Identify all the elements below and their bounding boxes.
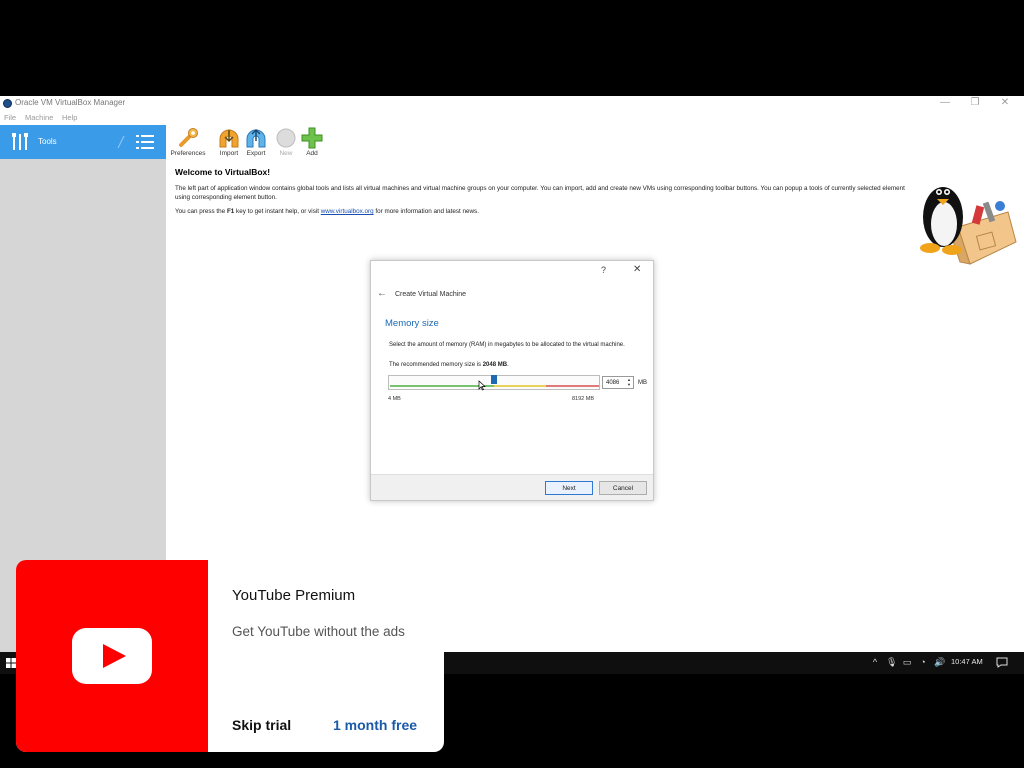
skip-trial-button[interactable]: Skip trial — [232, 717, 291, 733]
promo-title: YouTube Premium — [232, 587, 356, 604]
recommended-value: 2048 MB — [482, 362, 508, 368]
youtube-premium-promo: YouTube Premium Get YouTube without the … — [16, 560, 444, 752]
help-text-mid: key to get instant help, or visit — [234, 208, 321, 215]
welcome-help-text: You can press the F1 key to get instant … — [175, 207, 915, 216]
tray-chevron-up-icon[interactable]: ^ — [870, 657, 880, 669]
add-button[interactable]: Add — [292, 125, 332, 159]
dialog-footer: Next Cancel — [371, 474, 653, 500]
youtube-logo-icon — [72, 628, 152, 684]
dialog-help-button[interactable]: ? — [601, 265, 606, 275]
memory-size-input[interactable]: 4086 ▲ ▼ — [602, 376, 634, 389]
wifi-icon[interactable]: ◔ — [918, 657, 928, 669]
dialog-title: Create Virtual Machine — [395, 291, 467, 298]
add-icon — [301, 127, 323, 149]
cancel-button[interactable]: Cancel — [599, 481, 647, 495]
volume-icon[interactable]: 🔊 — [934, 657, 945, 669]
preferences-icon — [179, 128, 198, 147]
windows-start-icon[interactable] — [6, 658, 16, 668]
tux-toolbox-icon — [920, 187, 1017, 265]
window-title: Oracle VM VirtualBox Manager — [15, 98, 126, 107]
battery-icon[interactable]: ▭ — [902, 657, 912, 669]
slider-max-label: 8192 MB — [572, 396, 595, 402]
memory-slider[interactable] — [388, 375, 600, 390]
back-arrow-icon[interactable]: ← — [377, 288, 387, 299]
slider-thumb[interactable] — [491, 375, 497, 384]
free-trial-button[interactable]: 1 month free — [333, 717, 417, 733]
promo-subtitle: Get YouTube without the ads — [232, 624, 405, 639]
microphone-icon[interactable]: 🎙 — [886, 657, 897, 669]
export-icon — [246, 128, 266, 148]
notification-icon[interactable] — [996, 657, 1008, 668]
menu-machine[interactable]: Machine — [25, 113, 53, 122]
memory-size-heading: Memory size — [385, 318, 439, 329]
menu-bar: File Machine Help — [0, 112, 1024, 124]
memory-description: Select the amount of memory (RAM) in meg… — [389, 342, 625, 348]
screen: Oracle VM VirtualBox Manager — ❐ ✕ File … — [0, 0, 1024, 768]
tools-icon — [12, 133, 28, 150]
welcome-heading: Welcome to VirtualBox! — [175, 167, 271, 177]
menu-help[interactable]: Help — [62, 113, 77, 122]
mouse-cursor-icon — [478, 380, 486, 391]
dialog-close-button[interactable]: ✕ — [633, 264, 641, 275]
element-menu-icon[interactable] — [136, 134, 154, 150]
add-label: Add — [306, 150, 318, 157]
recommended-prefix: The recommended memory size is — [389, 362, 483, 368]
sidebar-item-tools[interactable]: Tools — [0, 125, 166, 159]
virtualbox-link[interactable]: www.virtualbox.org — [321, 208, 374, 215]
recommended-memory-text: The recommended memory size is 2048 MB. — [389, 362, 509, 368]
virtualbox-app-icon — [3, 99, 12, 108]
preferences-label: Preferences — [170, 150, 206, 157]
slider-warning-zone — [494, 385, 546, 387]
pin-icon[interactable] — [116, 135, 126, 149]
create-vm-dialog: ? ✕ ← Create Virtual Machine Memory size… — [370, 260, 654, 501]
spin-arrows-icon[interactable]: ▲ ▼ — [626, 377, 632, 387]
memory-unit-label: MB — [638, 380, 647, 386]
preferences-button[interactable]: Preferences — [168, 125, 208, 159]
tools-label: Tools — [38, 137, 57, 146]
help-text-start: You can press the — [175, 208, 227, 215]
recommended-suffix: . — [507, 362, 509, 368]
next-button[interactable]: Next — [545, 481, 593, 495]
slider-danger-zone — [546, 385, 599, 387]
minimize-button[interactable]: — — [938, 97, 952, 108]
toolbar: Preferences Import Export New Add — [166, 125, 366, 159]
menu-file[interactable]: File — [4, 113, 16, 122]
slider-min-label: 4 MB — [388, 396, 401, 402]
taskbar-clock[interactable]: 10:47 AM — [951, 657, 983, 666]
help-text-end: for more information and latest news. — [373, 208, 479, 215]
welcome-description: The left part of application window cont… — [175, 185, 905, 201]
restore-button[interactable]: ❐ — [968, 97, 982, 108]
promo-brand-panel — [16, 560, 208, 752]
memory-size-value: 4086 — [606, 380, 620, 386]
welcome-panel: Welcome to VirtualBox! The left part of … — [175, 167, 915, 221]
title-bar: Oracle VM VirtualBox Manager — ❐ ✕ — [0, 96, 1024, 112]
close-window-button[interactable]: ✕ — [998, 97, 1012, 108]
